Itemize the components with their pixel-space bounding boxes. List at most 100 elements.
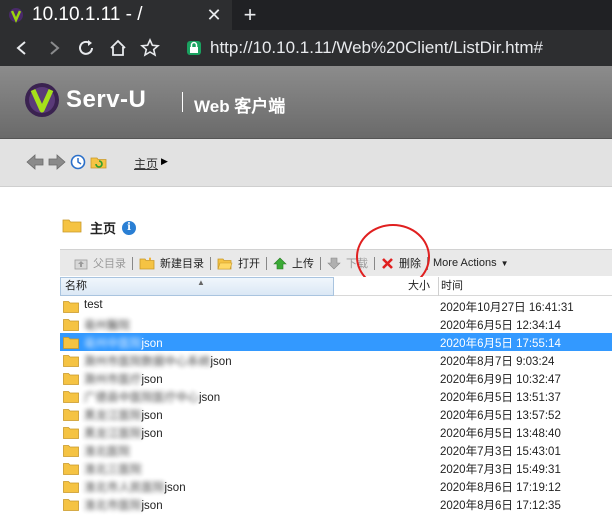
tab-close-icon[interactable]: ✕ [204,5,224,26]
open-button[interactable]: 打开 [211,255,266,271]
serv-u-favicon-icon [8,7,24,23]
folder-icon [63,336,79,349]
file-name: 淮北市人民医院json [84,479,186,495]
file-row[interactable]: 黑龙江医院json 2020年6月5日 13:57:52 [60,405,612,423]
file-date: 2020年10月27日 16:41:31 [440,302,574,314]
file-row[interactable]: 淮北三医院 2020年7月3日 15:49:31 [60,459,612,477]
file-suffix: json [199,392,221,404]
upload-button[interactable]: 上传 [267,255,320,271]
folder-icon [63,498,79,511]
app-subtitle: Web 客户端 [194,97,286,116]
logo-divider [182,92,183,112]
column-header-size[interactable]: 大小 [408,277,430,296]
more-actions-dropdown[interactable]: More Actions ▼ [428,257,514,269]
file-suffix: json [210,356,232,368]
folder-icon [63,372,79,385]
folder-icon [63,408,79,421]
file-date: 2020年6月9日 10:32:47 [440,374,561,386]
file-row[interactable]: 广德县中医院医疗中心json 2020年6月5日 13:51:37 [60,387,612,405]
parent-dir-icon [74,259,88,269]
obscured-file-name: 淮北市人民医院 [84,482,165,494]
column-header-row: 名称 ▲ 大小 时间 [60,277,612,296]
column-header-name[interactable]: 名称 ▲ [60,277,334,296]
reload-icon[interactable] [72,34,100,62]
obscured-file-name: 淮北三医院 [84,464,142,476]
site-security-icon[interactable] [186,40,202,56]
file-row[interactable]: 亳州醫院 2020年6月5日 12:34:14 [60,315,612,333]
file-suffix: json [141,410,163,422]
chevron-down-icon: ▼ [500,258,509,268]
parent-dir-button[interactable]: 父目录 [60,255,132,271]
obscured-file-name: 黑龙江医院 [84,410,142,422]
file-date: 2020年6月5日 12:34:14 [440,320,561,332]
file-name: 滁州市医疗json [84,371,163,387]
file-date: 2020年7月3日 15:49:31 [440,464,561,476]
forward-arrow-icon[interactable] [48,154,66,175]
back-arrow-icon[interactable] [26,154,44,175]
file-name: 黑龙江医院json [84,425,163,441]
file-date: 2020年6月5日 13:48:40 [440,428,561,440]
breadcrumb-home[interactable]: 主页 [134,155,158,172]
file-row[interactable]: 滁州市医院数据中心系统json 2020年8月7日 9:03:24 [60,351,612,369]
obscured-file-name: 滁州市医疗 [84,374,142,386]
file-date: 2020年8月7日 9:03:24 [440,356,555,368]
file-name: 亳州中医院json [84,335,163,351]
file-list: test 2020年10月27日 16:41:31 亳州醫院 2020年6月5日 12… [60,297,612,513]
file-row[interactable]: 黑龙江医院json 2020年6月5日 13:48:40 [60,423,612,441]
file-row[interactable]: 淮北市人民医院json 2020年8月6日 17:19:12 [60,477,612,495]
sort-ascending-icon: ▲ [197,278,205,287]
folder-icon [63,390,79,403]
upload-icon [273,257,287,269]
column-header-time[interactable]: 时间 [438,277,463,296]
upload-label: 上传 [292,258,314,270]
obscured-file-name: 淮北医院 [84,446,130,458]
file-row[interactable]: 滁州市医疗json 2020年6月9日 10:32:47 [60,369,612,387]
folder-icon [63,444,79,457]
history-icon[interactable] [70,154,86,175]
url-input[interactable]: http://10.10.1.11/Web%20Client/ListDir.h… [210,38,543,58]
file-row[interactable]: 淮北市医院json 2020年8月6日 17:12:35 [60,495,612,513]
refresh-folder-icon[interactable] [90,154,108,175]
app-header: Serv-U Web 客户端 [0,66,612,139]
file-suffix: json [141,338,163,350]
more-actions-label: More Actions [433,257,497,269]
new-dir-label: 新建目录 [160,258,204,270]
file-row[interactable]: 亳州中医院json 2020年6月5日 17:55:14 [60,333,612,351]
file-row[interactable]: 淮北医院 2020年7月3日 15:43:01 [60,441,612,459]
browser-tab-bar: 10.10.1.11 - / ✕ + [0,0,612,30]
folder-icon [63,426,79,439]
home-icon[interactable] [104,34,132,62]
file-name: 广德县中医院医疗中心json [84,389,220,405]
obscured-file-name: 亳州中医院 [84,338,142,350]
file-date: 2020年8月6日 17:12:35 [440,500,561,512]
back-icon[interactable] [8,34,36,62]
file-row[interactable]: test 2020年10月27日 16:41:31 [60,297,612,315]
file-suffix: json [141,428,163,440]
file-toolbar: 父目录 新建目录 打开 上传 下载 删除 More Actions ▼ [60,249,612,276]
forward-icon[interactable] [40,34,68,62]
bookmark-star-icon[interactable] [136,34,164,62]
file-name: 滁州市医院数据中心系统json [84,353,232,369]
new-tab-icon[interactable]: + [238,2,262,28]
column-name-label: 名称 [65,280,87,292]
open-label: 打开 [238,258,260,270]
serv-u-logo-icon [24,82,60,118]
obscured-file-name: 滁州市医院数据中心系统 [84,356,211,368]
file-suffix: json [141,374,163,386]
file-name: 淮北市医院json [84,497,163,513]
parent-dir-label: 父目录 [93,258,126,270]
new-dir-button[interactable]: 新建目录 [133,255,210,271]
folder-icon [62,217,82,238]
new-folder-icon [139,256,155,269]
file-suffix: json [141,500,163,512]
tab-title: 10.10.1.11 - / [32,4,143,25]
obscured-file-name: 广德县中医院医疗中心 [84,392,199,404]
download-icon [327,257,341,269]
open-folder-icon [217,258,233,269]
browser-tab[interactable]: 10.10.1.11 - / ✕ [0,0,232,30]
file-name: 淮北医院 [84,443,130,459]
obscured-file-name: 黑龙江医院 [84,428,142,440]
info-icon[interactable]: i [122,220,137,235]
breadcrumb-arrow-icon[interactable]: ▶ [161,156,168,167]
file-date: 2020年6月5日 13:51:37 [440,392,561,404]
